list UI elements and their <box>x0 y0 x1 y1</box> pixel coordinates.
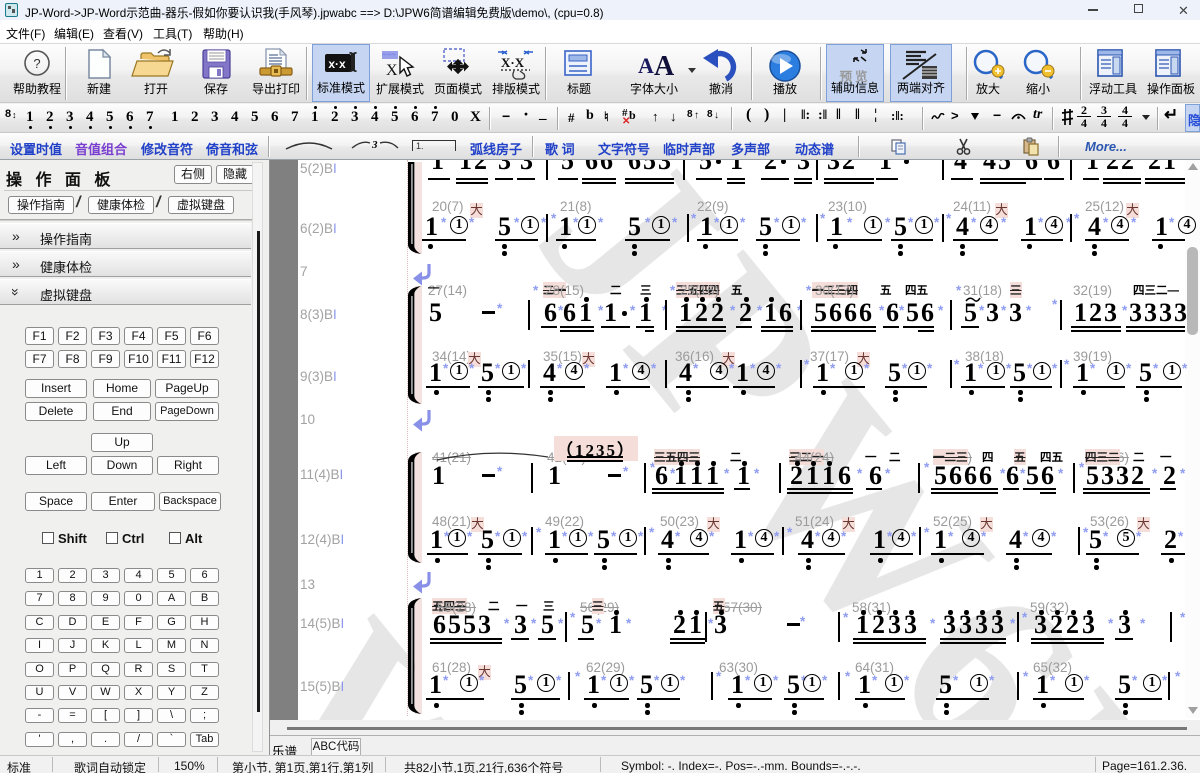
svg-text:X·X: X·X <box>501 55 525 70</box>
svg-text:x·x: x·x <box>328 57 346 71</box>
svg-text:X: X <box>386 62 398 79</box>
svg-text:A: A <box>654 51 675 81</box>
svg-text:A: A <box>638 53 654 78</box>
svg-text:?: ? <box>33 56 40 71</box>
svg-text:3: 3 <box>371 139 378 151</box>
